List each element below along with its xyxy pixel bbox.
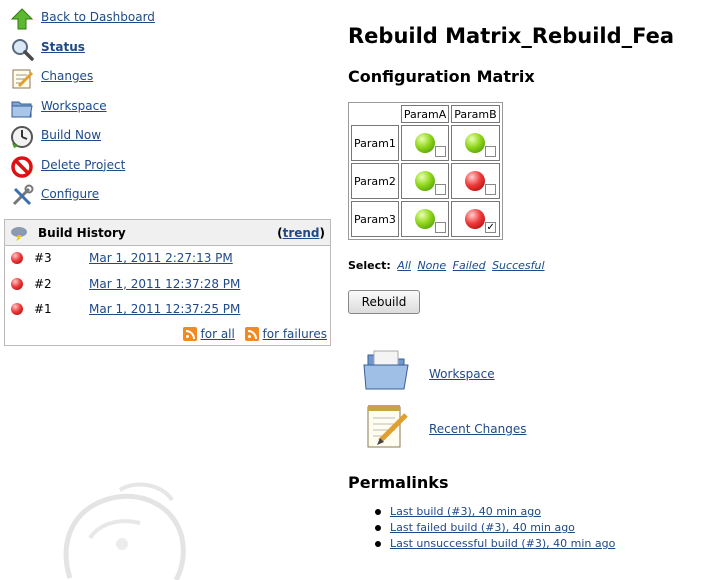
sidebar-item-configure[interactable]: Configure [8,183,333,213]
rss-icon[interactable] [182,327,197,341]
build-date-link[interactable]: Mar 1, 2011 12:37:25 PM [89,302,240,316]
matrix-cell [451,163,500,199]
build-number: #1 [34,302,52,316]
matrix-heading: Configuration Matrix [348,67,535,86]
up-arrow-icon [10,8,34,30]
recent-changes-link[interactable]: Recent Changes [429,422,526,436]
success-ball-icon[interactable] [414,133,435,153]
rebuild-checkbox[interactable] [485,184,497,195]
build-row: #2 Mar 1, 2011 12:37:28 PM [5,272,330,298]
matrix-corner [351,105,399,123]
rebuild-checkbox[interactable] [434,184,446,195]
rss-icon[interactable] [244,327,259,341]
trend-link[interactable]: trend [283,226,320,240]
matrix-col-header: ParamA [400,105,450,123]
matrix-row-header: Param3 [351,201,399,237]
clock-icon [11,126,33,148]
failed-ball-icon[interactable] [11,277,23,290]
select-all-link[interactable]: All [397,259,411,272]
matrix-row-header: Param2 [351,163,399,199]
failed-ball-icon[interactable] [11,252,23,264]
notepad-icon[interactable] [362,401,410,451]
no-entry-icon [11,155,33,178]
workspace-link[interactable]: Workspace [429,367,495,381]
matrix-row-header: Param1 [351,125,399,161]
sidebar-item-delete-project[interactable]: Delete Project [8,154,333,184]
weather-storm-icon [11,227,27,241]
sidebar-item-workspace[interactable]: Workspace [8,95,333,125]
sidebar-item-label[interactable]: Configure [41,187,99,201]
select-row: Select: All None Failed Succesful [348,259,548,272]
rebuild-checkbox[interactable] [434,146,446,157]
magnifier-icon [12,38,34,61]
notepad-icon [12,69,34,89]
rebuild-button[interactable]: Rebuild [348,290,420,314]
list-item: Last failed build (#3), 40 min ago [374,521,615,537]
build-row: #1 Mar 1, 2011 12:37:25 PM [5,297,330,323]
sidebar-item-label[interactable]: Build Now [41,128,101,142]
matrix-cell: ✓ [451,201,500,237]
success-ball-icon[interactable] [414,171,435,191]
failed-ball-icon[interactable] [465,209,486,229]
rss-links: for all for failures [177,327,327,341]
tools-icon [12,184,34,206]
rss-failures-link[interactable]: for failures [263,327,327,341]
permalink-last-failed-build[interactable]: Last failed build (#3), 40 min ago [390,521,575,534]
matrix-cell [400,201,450,237]
matrix-cell [400,163,450,199]
build-number: #3 [34,251,52,265]
sidebar-item-status[interactable]: Status [8,36,333,66]
success-ball-icon[interactable] [465,133,486,153]
matrix-col-header: ParamB [451,105,500,123]
permalinks-heading: Permalinks [348,473,449,492]
sidebar-item-label[interactable]: Changes [41,69,93,83]
folder-icon[interactable] [362,347,412,393]
jenkins-butler-watermark [63,482,186,580]
build-date-link[interactable]: Mar 1, 2011 2:27:13 PM [89,251,233,265]
configuration-matrix: ParamA ParamB Param1 Param2 Param3 ✓ [348,102,503,240]
build-date-link[interactable]: Mar 1, 2011 12:37:28 PM [89,277,240,291]
list-item: Last unsuccessful build (#3), 40 min ago [374,537,615,553]
permalink-last-build[interactable]: Last build (#3), 40 min ago [390,505,541,518]
build-history-title: Build History [38,226,126,240]
sidebar-item-label[interactable]: Back to Dashboard [41,10,155,24]
failed-ball-icon[interactable] [11,303,23,315]
select-none-link[interactable]: None [417,259,446,272]
rss-all-link[interactable]: for all [201,327,235,341]
trend-close-paren: ) [319,226,325,240]
build-history-header: Build History (trend) [5,220,330,246]
build-row: #3 Mar 1, 2011 2:27:13 PM [5,246,330,272]
success-ball-icon[interactable] [414,209,435,229]
list-item: Last build (#3), 40 min ago [374,505,615,521]
matrix-cell [400,125,450,161]
side-panel: Back to Dashboard Status Changes Workspa… [8,6,333,213]
rebuild-checkbox-checked[interactable]: ✓ [485,222,497,233]
build-number: #2 [34,276,52,291]
rebuild-checkbox[interactable] [434,222,446,233]
matrix-cell [451,125,500,161]
rebuild-checkbox[interactable] [485,146,497,157]
trend-wrapper: (trend) [277,226,325,240]
sidebar-item-back-to-dashboard[interactable]: Back to Dashboard [8,6,333,36]
folder-icon [11,101,33,117]
failed-ball-icon[interactable] [465,171,486,191]
build-history-panel: Build History (trend) #3 Mar 1, 2011 2:2… [4,219,331,346]
sidebar-item-label[interactable]: Delete Project [41,158,125,172]
page-title: Rebuild Matrix_Rebuild_Fea [348,24,675,48]
select-label: Select: [348,259,391,272]
sidebar-item-build-now[interactable]: Build Now [8,124,333,154]
select-successful-link[interactable]: Succesful [492,259,544,272]
permalink-last-unsuccessful-build[interactable]: Last unsuccessful build (#3), 40 min ago [390,537,615,550]
sidebar-item-changes[interactable]: Changes [8,65,333,95]
sidebar-item-label[interactable]: Workspace [41,99,107,113]
permalinks-list: Last build (#3), 40 min ago Last failed … [374,505,615,553]
select-failed-link[interactable]: Failed [453,259,486,272]
sidebar-item-label[interactable]: Status [41,40,85,54]
